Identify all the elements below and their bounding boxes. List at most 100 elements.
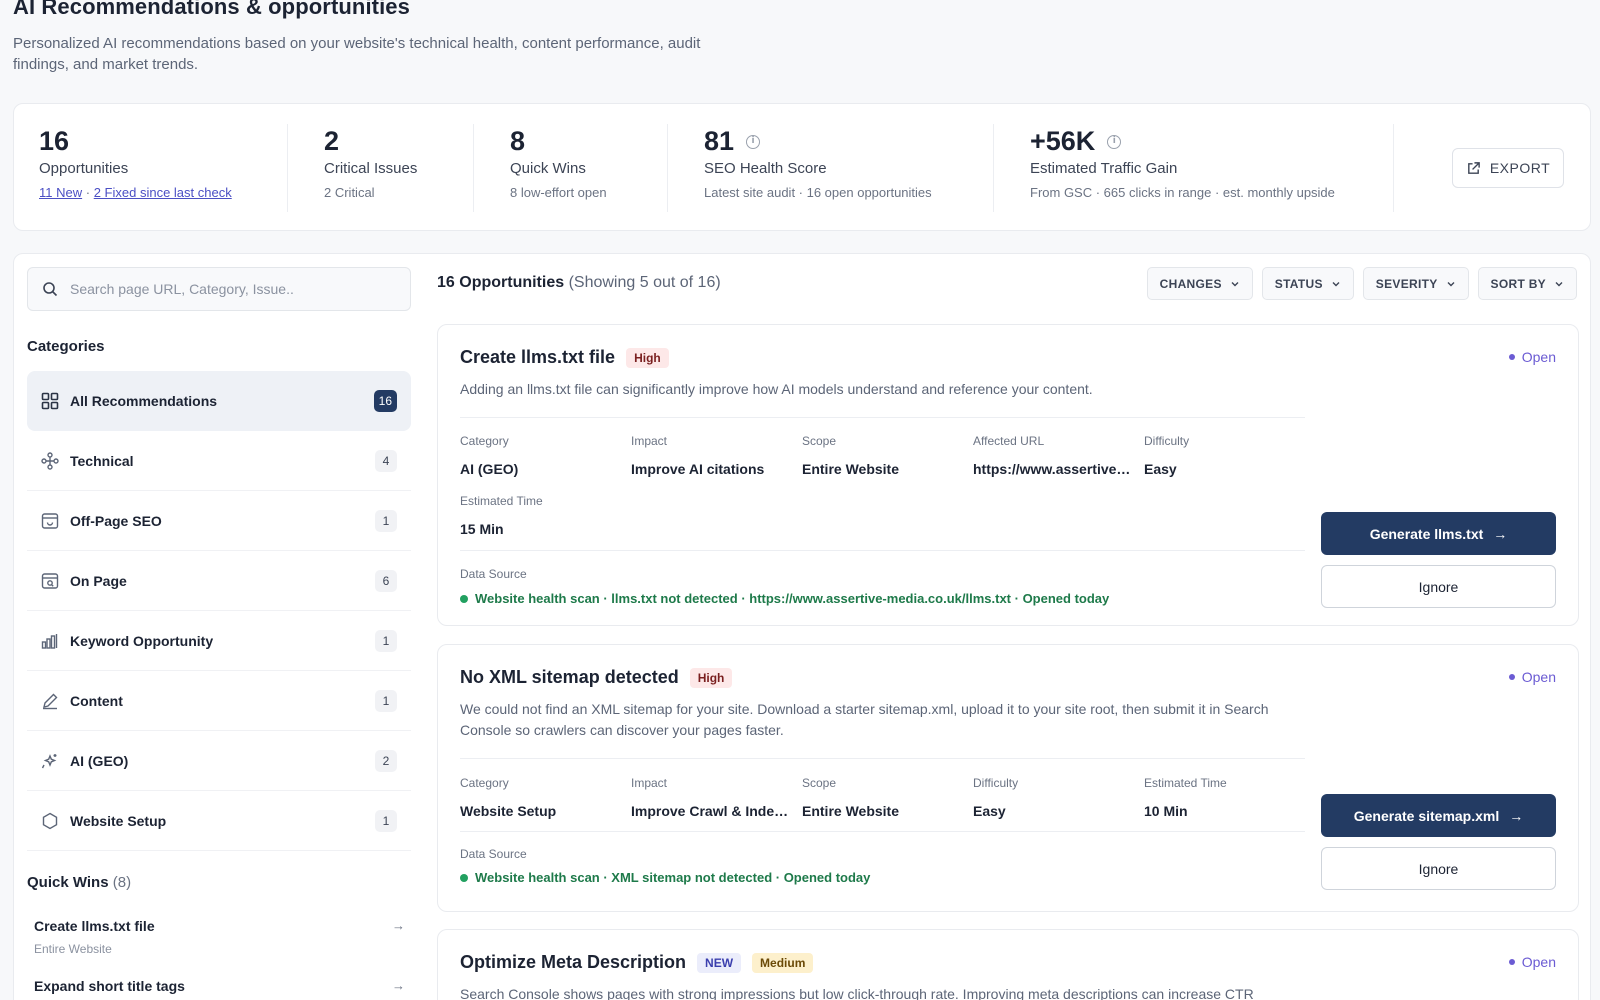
arrow-right-icon: → (392, 978, 405, 993)
search-input[interactable] (70, 281, 390, 297)
opportunity-card: Optimize Meta Description NEW Medium Ope… (437, 929, 1579, 1000)
category-count: 1 (375, 629, 397, 652)
stat-critical-issues: 2 Critical Issues 2 Critical (324, 124, 417, 200)
category-label: Website Setup (70, 812, 167, 829)
category-all-recommendations[interactable]: All Recommendations 16 (27, 371, 411, 431)
card-title[interactable]: No XML sitemap detected (460, 667, 679, 688)
stat-sub: 11 New · 2 Fixed since last check (39, 185, 232, 200)
stat-seo-health-score: 81 i SEO Health Score Latest site audit … (704, 124, 932, 200)
category-count: 2 (375, 749, 397, 772)
field-label: Scope (802, 434, 837, 448)
field-value: Entire Website (802, 461, 899, 477)
stat-value: 81 i (704, 124, 932, 159)
severity-filter[interactable]: SEVERITY (1362, 267, 1469, 300)
chevron-down-icon (1231, 281, 1239, 286)
field-label: Difficulty (973, 776, 1019, 790)
page-title: AI Recommendations & opportunities (13, 0, 410, 19)
status-indicator: Open (1508, 954, 1556, 970)
ignore-button[interactable]: Ignore (1321, 565, 1556, 608)
status-label: Open (1521, 669, 1556, 685)
nodes-icon (40, 451, 60, 471)
field-estimated-time: Estimated Time 10 Min (1144, 776, 1302, 819)
divider (473, 124, 474, 212)
stat-sub: Latest site audit · 16 open opportunitie… (704, 185, 932, 201)
filter-label: STATUS (1274, 276, 1323, 291)
opportunities-heading: 16 Opportunities (Showing 5 out of 16) (437, 274, 721, 292)
button-label: Generate sitemap.xml (1353, 807, 1500, 824)
status-label: Open (1521, 349, 1556, 365)
category-website-setup[interactable]: Website Setup 1 (27, 791, 411, 851)
changes-filter[interactable]: CHANGES (1146, 267, 1253, 300)
category-on-page[interactable]: On Page 6 (27, 551, 411, 611)
sparkle-icon (40, 751, 60, 771)
field-value: Improve AI citations (631, 461, 765, 477)
categories-title: Categories (27, 338, 105, 355)
quick-win-item[interactable]: Create llms.txt file Entire Website → (27, 906, 411, 966)
category-off-page-seo[interactable]: Off-Page SEO 1 (27, 491, 411, 551)
status-filter[interactable]: STATUS (1261, 267, 1354, 300)
info-icon[interactable]: i (746, 134, 761, 149)
category-label: On Page (70, 572, 127, 589)
card-title[interactable]: Optimize Meta Description (460, 952, 686, 973)
filter-label: CHANGES (1159, 276, 1222, 291)
status-label: Open (1521, 954, 1556, 970)
status-indicator: Open (1508, 349, 1556, 365)
category-label: All Recommendations (70, 392, 218, 409)
chevron-down-icon (1332, 281, 1340, 286)
category-keyword-opportunity[interactable]: Keyword Opportunity 1 (27, 611, 411, 671)
field-value: 15 Min (460, 521, 504, 537)
generate-sitemap-xml-button[interactable]: Generate sitemap.xml → (1321, 794, 1556, 837)
field-scope: Scope Entire Website (802, 434, 960, 477)
category-count: 1 (375, 509, 397, 532)
category-count: 16 (373, 389, 397, 412)
page-search-icon (40, 571, 60, 591)
severity-badge: High (626, 347, 669, 368)
status-dot (1508, 959, 1515, 965)
card-title[interactable]: Create llms.txt file (460, 347, 615, 368)
severity-badge: Medium (752, 952, 814, 973)
field-value: Website Setup (460, 803, 557, 819)
arrow-right-icon: → (1509, 807, 1524, 824)
category-list: All Recommendations 16 Technical 4 Off-P… (27, 371, 411, 851)
data-source-text: Website health scan · llms.txt not detec… (475, 591, 1110, 606)
category-technical[interactable]: Technical 4 (27, 431, 411, 491)
field-value: AI (GEO) (460, 461, 519, 477)
category-count: 6 (375, 569, 397, 592)
category-ai-geo[interactable]: AI (GEO) 2 (27, 731, 411, 791)
filter-bar: CHANGES STATUS SEVERITY SORT BY (1146, 267, 1577, 300)
page-subtitle: Personalized AI recommendations based on… (13, 33, 773, 75)
filter-label: SORT BY (1490, 276, 1546, 291)
category-content[interactable]: Content 1 (27, 671, 411, 731)
stat-value: 2 (324, 126, 340, 156)
field-label: Estimated Time (460, 494, 543, 508)
category-count: 4 (375, 449, 397, 472)
export-button[interactable]: EXPORT (1452, 148, 1564, 188)
data-source-label: Data Source (460, 567, 527, 581)
field-value: Improve Crawl & Indexing (631, 803, 789, 819)
info-icon[interactable]: i (1107, 134, 1122, 149)
field-label: Affected URL (973, 434, 1045, 448)
quick-wins-title: Quick Wins (8) (27, 874, 131, 891)
divider (287, 124, 288, 212)
field-label: Impact (631, 776, 668, 790)
sort-by-dropdown[interactable]: SORT BY (1477, 267, 1577, 300)
grid-icon (40, 391, 60, 411)
category-label: Content (70, 692, 123, 709)
fixed-since-last-check-link[interactable]: 2 Fixed since last check (94, 185, 232, 200)
separator: · (85, 185, 91, 201)
quick-win-item[interactable]: Expand short title tags → (27, 966, 411, 1000)
pencil-icon (40, 691, 60, 711)
status-dot (1508, 674, 1515, 680)
category-label: AI (GEO) (70, 752, 129, 769)
ignore-button[interactable]: Ignore (1321, 847, 1556, 890)
stat-quick-wins: 8 Quick Wins 8 low-effort open (510, 124, 607, 200)
field-impact: Impact Improve Crawl & Indexing (631, 776, 789, 819)
stats-bar: 16 Opportunities 11 New · 2 Fixed since … (13, 103, 1591, 231)
affected-url-link[interactable]: https://www.assertive-media.co.uk/ (973, 461, 1131, 477)
page-header: AI Recommendations & opportunities Perso… (13, 0, 773, 75)
new-opportunities-link[interactable]: 11 New (39, 185, 82, 200)
field-value: Easy (973, 803, 1006, 819)
generate-llms-txt-button[interactable]: Generate llms.txt → (1321, 512, 1556, 555)
stat-sub: 2 Critical (324, 185, 375, 201)
search-box (27, 267, 411, 311)
